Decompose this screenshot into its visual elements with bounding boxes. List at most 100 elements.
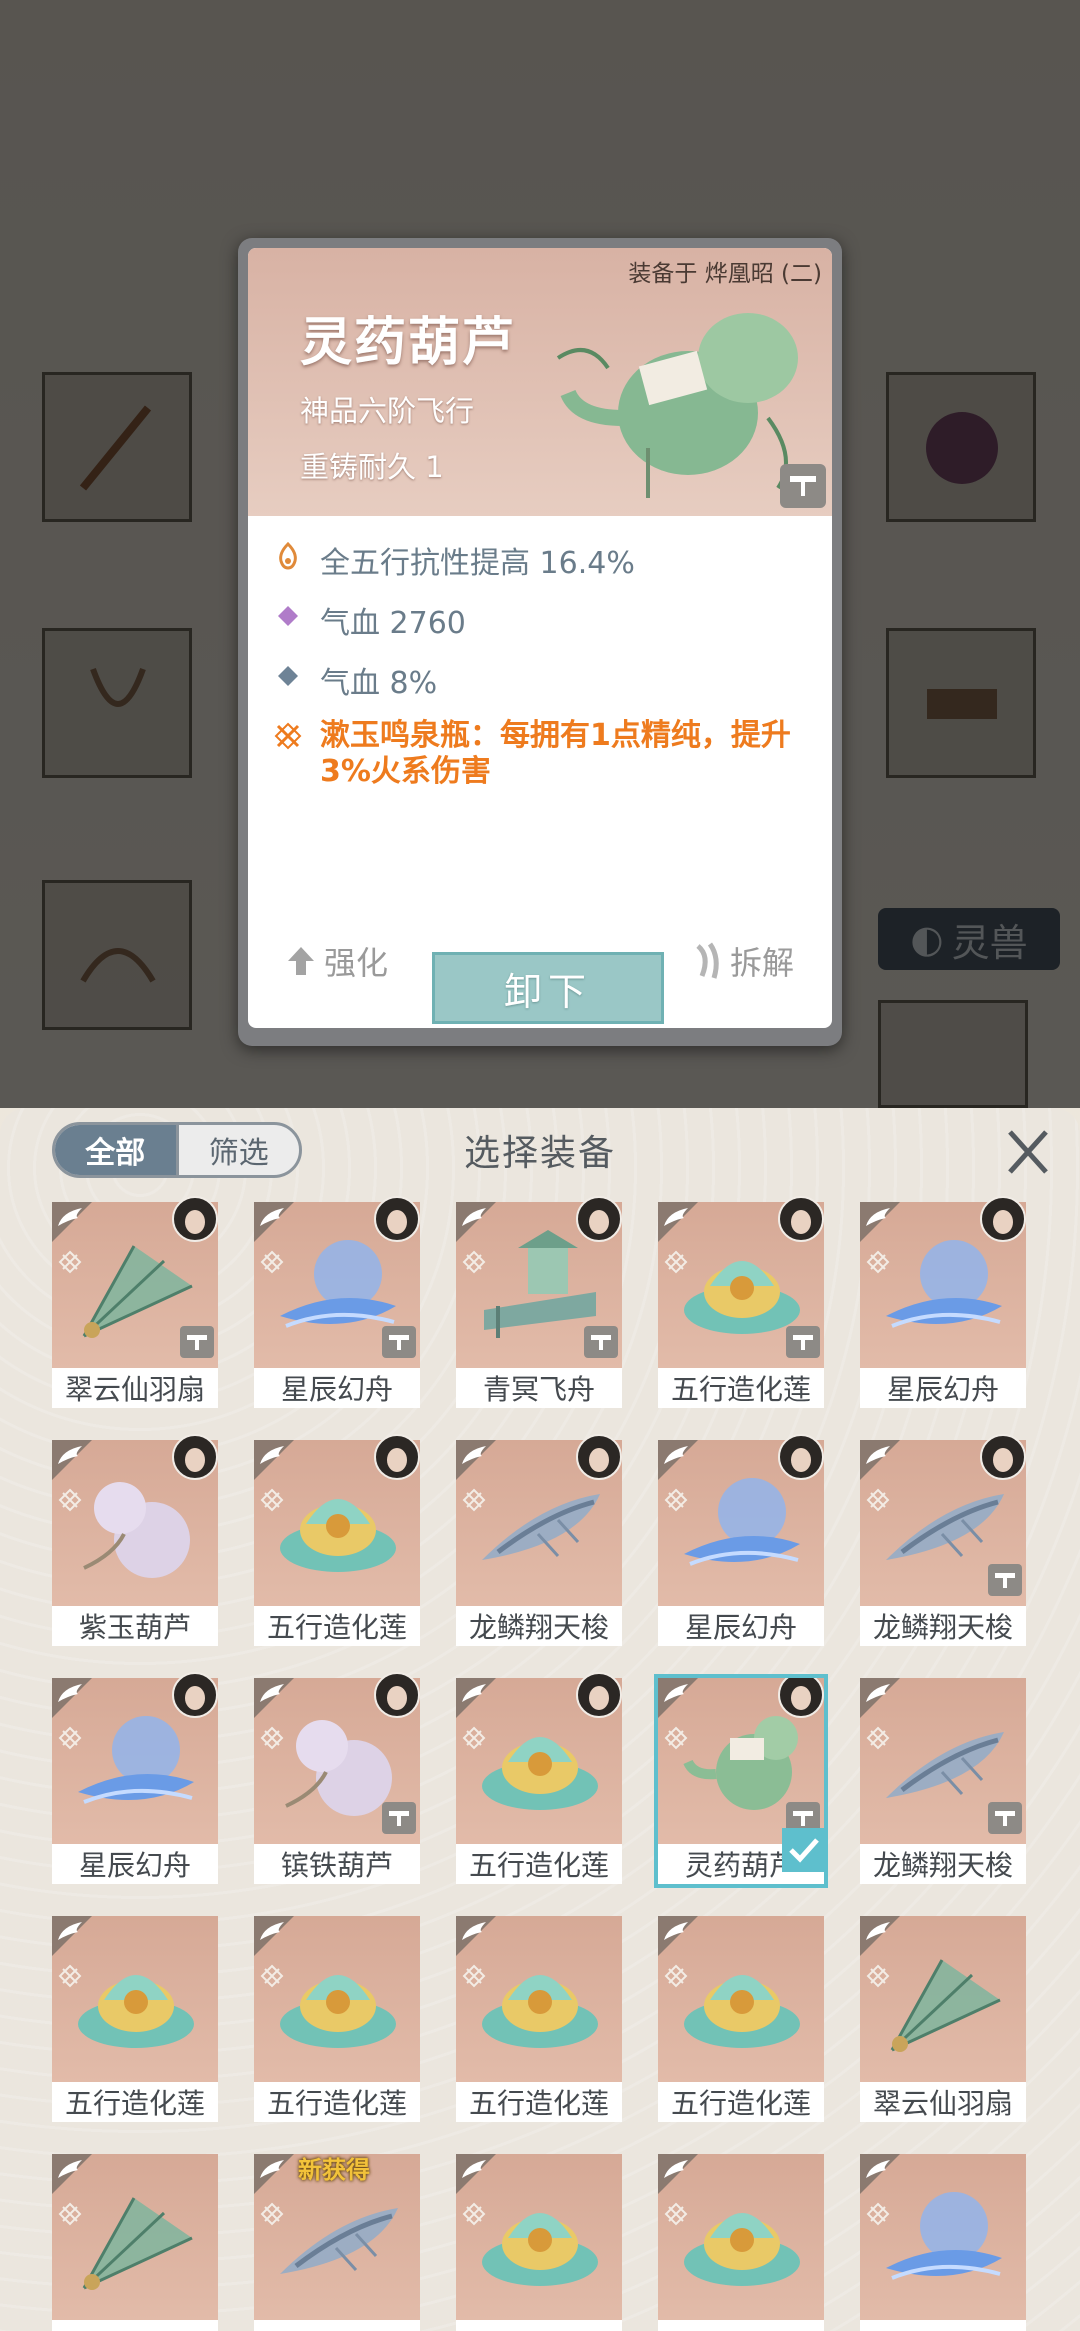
close-x-icon[interactable] <box>1002 1126 1054 1178</box>
element-icon <box>462 1726 486 1750</box>
element-icon <box>58 2202 82 2226</box>
panel-title: 选择装备 <box>463 1133 616 1174</box>
wing-icon <box>866 1922 890 1940</box>
equipment-item[interactable]: 龙鳞翔天梭 <box>860 1678 1026 1884</box>
equipment-item[interactable]: 龙鳞翔天梭 <box>456 1434 622 1646</box>
item-image-frame <box>860 1916 1026 2082</box>
boat-item-image <box>684 1478 800 1566</box>
wing-icon <box>58 1684 82 1702</box>
fan-item-image <box>890 1959 1001 2052</box>
equipment-item[interactable]: 紫玉葫芦 <box>52 1434 218 1646</box>
owner-avatar <box>172 1196 218 1242</box>
wing-icon <box>260 1684 284 1702</box>
item-image-frame <box>456 2154 622 2320</box>
lotus-item-image <box>482 2213 598 2286</box>
wing-icon <box>866 1446 890 1464</box>
owner-avatar <box>980 1196 1026 1242</box>
lock-tag-icon <box>584 1326 618 1358</box>
wing-icon <box>462 1208 486 1226</box>
equipment-item[interactable]: 五行造化莲 <box>456 1672 622 1884</box>
element-icon <box>260 1964 284 1988</box>
wing-icon <box>664 1684 688 1702</box>
stat-row: 气血 2760 <box>270 598 466 642</box>
element-icon <box>58 1964 82 1988</box>
element-icon <box>462 1488 486 1512</box>
item-grade: 神品六阶飞行 <box>300 394 475 428</box>
element-icon <box>260 1250 284 1274</box>
equipment-item[interactable]: 星辰幻舟 <box>52 1672 218 1884</box>
item-name-label <box>860 2320 1026 2331</box>
equipment-item[interactable] <box>658 2154 824 2331</box>
lotus-item-image <box>482 1737 598 1810</box>
item-name-label: 五行造化莲 <box>254 1606 420 1646</box>
item-image-frame <box>52 2154 218 2320</box>
enhance-button[interactable]: 强化 <box>284 938 388 984</box>
item-durability: 重铸耐久 1 <box>300 450 444 484</box>
equipment-item[interactable]: 五行造化莲 <box>52 1916 218 2122</box>
item-name-label: 龙鳞翔天梭 <box>860 1844 1026 1884</box>
item-header: 装备于 烨凰昭 (二) 灵药葫芦 神品六阶飞行 重铸耐久 1 <box>248 248 832 516</box>
owner-avatar <box>576 1434 622 1480</box>
boat-item-image <box>78 1716 194 1804</box>
element-icon <box>664 1488 688 1512</box>
equipment-item[interactable]: 青冥飞舟 <box>456 1196 622 1408</box>
new-badge: 新获得 <box>298 2156 370 2184</box>
equipment-item[interactable]: 五行造化莲 <box>658 1196 824 1408</box>
owner-avatar <box>778 1434 824 1480</box>
owner-avatar <box>374 1434 420 1480</box>
item-name-label: 镔铁葫芦 <box>254 1844 420 1884</box>
lock-tag-icon[interactable] <box>780 464 826 508</box>
element-icon <box>462 2202 486 2226</box>
item-name-label <box>52 2320 218 2331</box>
fire-element-icon <box>270 538 306 574</box>
element-icon <box>866 1250 890 1274</box>
dismantle-label: 拆解 <box>730 944 795 982</box>
equipment-item[interactable] <box>860 2154 1026 2331</box>
wing-icon <box>664 1922 688 1940</box>
equipment-item[interactable]: 五行造化莲 <box>254 1434 420 1646</box>
element-icon <box>664 1726 688 1750</box>
item-name-label: 五行造化莲 <box>658 2082 824 2122</box>
equipment-item[interactable]: 翠云仙羽扇 <box>52 1196 218 1408</box>
equipment-item[interactable]: 翠云仙羽扇 <box>860 1916 1026 2122</box>
equipment-item[interactable]: 五行造化莲 <box>456 1916 622 2122</box>
owner-avatar <box>172 1672 218 1718</box>
lock-tag-icon <box>382 1326 416 1358</box>
equipment-item[interactable]: 镔铁葫芦 <box>254 1672 420 1884</box>
stat-text: 气血 8% <box>320 666 438 701</box>
wing-icon <box>462 2160 486 2178</box>
element-icon <box>58 1488 82 1512</box>
stat-text: 气血 2760 <box>320 606 466 641</box>
equipment-item[interactable]: 星辰幻舟 <box>658 1434 824 1646</box>
lock-tag-icon <box>180 1326 214 1358</box>
wing-icon <box>260 1446 284 1464</box>
stat-text: 全五行抗性提高 16.4% <box>320 546 635 581</box>
dismantle-button[interactable]: 拆解 <box>690 938 794 984</box>
special-effect-text: 漱玉鸣泉瓶：每拥有1点精纯，提升3%火系伤害 <box>320 718 791 789</box>
equipment-item[interactable]: 五行造化莲 <box>658 1916 824 2122</box>
equipment-item[interactable] <box>52 2154 218 2331</box>
equipment-item[interactable]: 星辰幻舟 <box>860 1196 1026 1408</box>
blue-diamond-icon <box>270 658 306 694</box>
equipment-item[interactable]: 灵药葫芦 <box>654 1672 828 1888</box>
item-name-label: 龙鳞翔天梭 <box>860 1606 1026 1646</box>
equipment-item[interactable]: 新获得 <box>254 2154 420 2331</box>
item-name: 灵药葫芦 <box>300 313 517 373</box>
stat-row: 全五行抗性提高 16.4% <box>270 538 635 582</box>
equipment-item[interactable]: 五行造化莲 <box>254 1916 420 2122</box>
element-icon <box>260 2202 284 2226</box>
equipment-select-panel: 全部 筛选 选择装备 翠云仙羽扇 星辰幻舟 青冥飞舟 五行造化莲 星辰幻舟 紫玉葫芦 五行造… <box>0 1108 1080 2331</box>
equipment-item[interactable] <box>456 2154 622 2331</box>
wing-icon <box>664 2160 688 2178</box>
wing-icon <box>866 1684 890 1702</box>
boat-item-image <box>886 1240 1002 1328</box>
wing-icon <box>462 1446 486 1464</box>
element-icon <box>664 1250 688 1274</box>
wing-icon <box>866 2160 890 2178</box>
equipment-item[interactable]: 龙鳞翔天梭 <box>860 1434 1026 1646</box>
unequip-button[interactable]: 卸下 <box>432 952 664 1024</box>
item-name-label: 龙鳞翔天梭 <box>456 1606 622 1646</box>
equipment-item[interactable]: 星辰幻舟 <box>254 1196 420 1408</box>
enhance-label: 强化 <box>324 944 389 982</box>
owner-avatar <box>374 1672 420 1718</box>
